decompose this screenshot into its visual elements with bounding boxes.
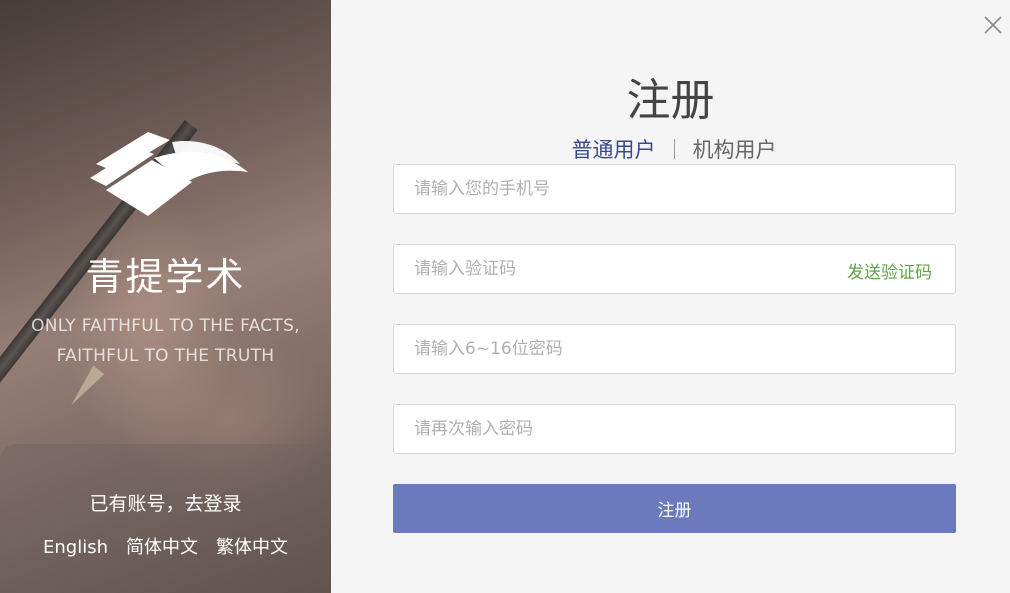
language-simplified-chinese[interactable]: 简体中文 — [126, 537, 198, 558]
password-field-wrapper — [393, 324, 956, 374]
language-english[interactable]: English — [43, 537, 108, 558]
confirm-password-input[interactable] — [394, 405, 955, 453]
send-code-button[interactable]: 发送验证码 — [847, 258, 932, 283]
tab-personal-user[interactable]: 普通用户 — [572, 134, 656, 164]
confirm-password-field-wrapper — [393, 404, 956, 454]
login-box — [0, 444, 331, 593]
code-field-wrapper: 发送验证码 — [393, 244, 956, 294]
tab-institution-user[interactable]: 机构用户 — [693, 134, 777, 164]
language-switcher: English 简体中文 繁体中文 — [0, 533, 331, 559]
login-link[interactable]: 已有账号，去登录 — [0, 489, 331, 516]
close-icon[interactable] — [982, 14, 1004, 36]
register-button[interactable]: 注册 — [393, 484, 956, 533]
slogan-line-1: ONLY FAITHFUL TO THE FACTS, — [31, 316, 300, 336]
user-type-tabs: 普通用户 机构用户 — [331, 134, 1010, 164]
slogan-line-2: FAITHFUL TO THE TRUTH — [56, 346, 275, 366]
tab-divider — [673, 139, 675, 159]
phone-input[interactable] — [394, 165, 955, 213]
left-banner-panel: 青提学术 ONLY FAITHFUL TO THE FACTS, FAITHFU… — [0, 0, 331, 593]
brand-name: 青提学术 — [85, 255, 246, 299]
book-logo-icon — [90, 132, 248, 216]
language-traditional-chinese[interactable]: 繁体中文 — [216, 537, 288, 558]
page-title: 注册 — [626, 75, 715, 126]
password-input[interactable] — [394, 325, 955, 373]
phone-field-wrapper — [393, 164, 956, 214]
